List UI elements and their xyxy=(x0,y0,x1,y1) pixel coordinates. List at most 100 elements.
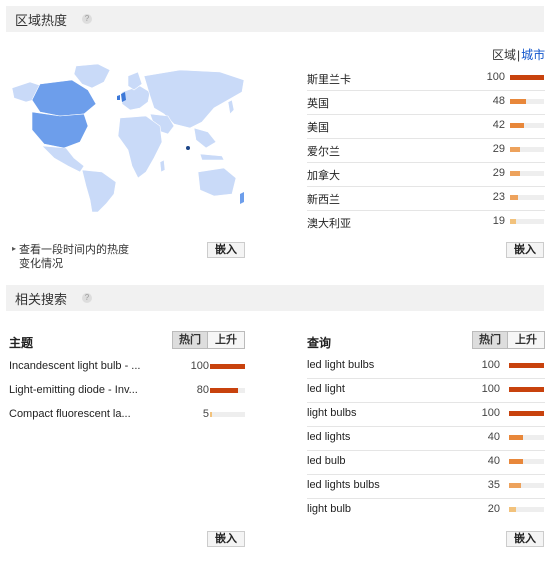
query-row[interactable]: led bulb 40 xyxy=(307,450,545,475)
region-value: 48 xyxy=(492,95,505,107)
heat-bar xyxy=(510,171,544,176)
tab-hot[interactable]: 热门 xyxy=(172,331,208,349)
query-row[interactable]: led lights 40 xyxy=(307,426,545,451)
topic-value: 5 xyxy=(202,408,209,420)
query-value: 35 xyxy=(487,479,500,491)
heat-bar xyxy=(509,435,544,440)
query-value: 100 xyxy=(481,359,500,371)
toggle-region[interactable]: 区域 xyxy=(492,48,516,62)
embed-button[interactable]: 嵌入 xyxy=(506,531,544,547)
heat-bar xyxy=(509,411,544,416)
region-value: 23 xyxy=(492,191,505,203)
heat-bar-fill xyxy=(510,195,518,200)
heat-bar xyxy=(510,195,544,200)
query-label: led lights xyxy=(307,431,351,443)
query-label: light bulb xyxy=(307,503,352,515)
embed-button[interactable]: 嵌入 xyxy=(506,242,544,258)
list-item[interactable]: 英国 48 xyxy=(307,90,545,115)
queries-header: 查询 xyxy=(307,336,332,350)
query-value: 40 xyxy=(487,431,500,443)
region-value: 29 xyxy=(492,143,505,155)
heat-bar-fill xyxy=(510,147,520,152)
region-label: 加拿大 xyxy=(307,170,340,182)
topic-row[interactable]: Incandescent light bulb - ... 100 xyxy=(9,355,245,379)
heat-bar-fill xyxy=(510,219,517,224)
heat-bar xyxy=(210,364,245,369)
query-row[interactable]: led light bulbs 100 xyxy=(307,354,545,379)
trend-link-line2: 变化情况 xyxy=(19,258,63,270)
tab-rising[interactable]: 上升 xyxy=(507,331,545,349)
heat-bar xyxy=(210,388,245,393)
list-item[interactable]: 澳大利亚 19 xyxy=(307,210,545,234)
heat-bar-fill xyxy=(510,123,525,128)
topic-label: Light-emitting diode - Inv... xyxy=(9,384,138,396)
topic-value: 100 xyxy=(190,360,209,372)
region-label: 澳大利亚 xyxy=(307,218,351,230)
heat-bar xyxy=(509,483,544,488)
heat-bar-fill xyxy=(509,411,544,416)
heat-bar-fill xyxy=(509,507,516,512)
heat-bar xyxy=(510,219,544,224)
region-value: 19 xyxy=(492,215,505,227)
related-title: 相关搜索 xyxy=(15,292,68,307)
topic-row[interactable]: Light-emitting diode - Inv... 80 xyxy=(9,379,245,403)
heat-bar-fill xyxy=(509,435,523,440)
query-label: led light xyxy=(307,383,345,395)
list-item[interactable]: 新西兰 23 xyxy=(307,186,545,211)
topic-label: Compact fluorescent la... xyxy=(9,408,131,420)
query-label: led bulb xyxy=(307,455,346,467)
heat-bar-fill xyxy=(210,364,245,369)
list-item[interactable]: 斯里兰卡 100 xyxy=(307,66,545,91)
heat-bar-fill xyxy=(210,412,212,417)
heat-bar xyxy=(510,99,544,104)
list-item[interactable]: 加拿大 29 xyxy=(307,162,545,187)
query-value: 40 xyxy=(487,455,500,467)
region-label: 美国 xyxy=(307,122,329,134)
region-label: 新西兰 xyxy=(307,194,340,206)
embed-button[interactable]: 嵌入 xyxy=(207,531,245,547)
heat-bar-fill xyxy=(509,459,523,464)
toggle-city[interactable]: 城市 xyxy=(521,48,545,62)
query-row[interactable]: light bulbs 100 xyxy=(307,402,545,427)
query-value: 20 xyxy=(487,503,500,515)
query-row[interactable]: light bulb 20 xyxy=(307,498,545,522)
trend-link-line1: 查看一段时间内的热度 xyxy=(19,244,129,256)
tab-rising[interactable]: 上升 xyxy=(207,331,245,349)
list-item[interactable]: 美国 42 xyxy=(307,114,545,139)
region-value: 42 xyxy=(492,119,505,131)
heat-bar xyxy=(509,459,544,464)
heat-bar-fill xyxy=(510,75,544,80)
heat-bar xyxy=(510,123,544,128)
topic-label: Incandescent light bulb - ... xyxy=(9,360,141,372)
query-label: led lights bulbs xyxy=(307,479,380,491)
related-section-header: 相关搜索 ? xyxy=(6,285,544,311)
heat-bar xyxy=(210,412,245,417)
heat-bar xyxy=(509,507,544,512)
heat-bar xyxy=(510,147,544,152)
heat-bar xyxy=(510,75,544,80)
query-row[interactable]: led light 100 xyxy=(307,378,545,403)
help-icon[interactable]: ? xyxy=(82,14,92,24)
region-city-toggle: 区域|城市 xyxy=(492,46,545,63)
world-map[interactable] xyxy=(10,62,248,212)
help-icon[interactable]: ? xyxy=(82,293,92,303)
list-item[interactable]: 爱尔兰 29 xyxy=(307,138,545,163)
topic-row[interactable]: Compact fluorescent la... 5 xyxy=(9,403,245,427)
region-title: 区域热度 xyxy=(15,13,68,28)
heat-bar-fill xyxy=(210,388,238,393)
query-value: 100 xyxy=(481,383,500,395)
query-value: 100 xyxy=(481,407,500,419)
region-label: 斯里兰卡 xyxy=(307,74,351,86)
embed-button[interactable]: 嵌入 xyxy=(207,242,245,258)
tab-hot[interactable]: 热门 xyxy=(472,331,508,349)
query-row[interactable]: led lights bulbs 35 xyxy=(307,474,545,499)
query-label: light bulbs xyxy=(307,407,357,419)
toggle-separator: | xyxy=(517,48,521,62)
heat-bar-fill xyxy=(509,363,544,368)
trend-over-time-link[interactable]: 查看一段时间内的热度 变化情况 xyxy=(19,243,129,271)
region-section-header: 区域热度 ? xyxy=(6,6,544,32)
heat-bar xyxy=(509,387,544,392)
heat-bar xyxy=(509,363,544,368)
heat-bar-fill xyxy=(510,99,527,104)
heat-bar-fill xyxy=(509,387,544,392)
